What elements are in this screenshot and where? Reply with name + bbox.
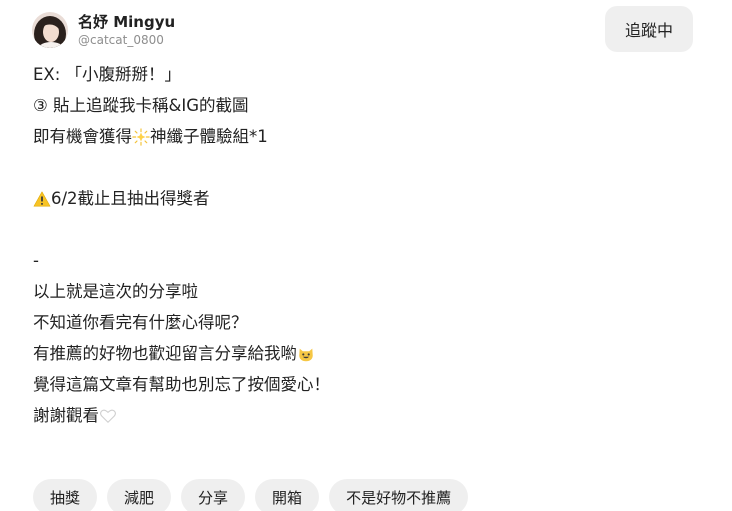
- white-heart-icon: [100, 409, 116, 423]
- post-line-text: 有推薦的好物也歡迎留言分享給我喲: [33, 344, 297, 363]
- following-button[interactable]: 追蹤中: [605, 6, 693, 52]
- post-line-blank: [33, 152, 683, 183]
- post-line: 有推薦的好物也歡迎留言分享給我喲: [33, 338, 683, 369]
- post-line: 6/2截止且抽出得獎者: [33, 183, 683, 214]
- post-line: 不知道你看完有什麼心得呢？: [33, 307, 683, 338]
- post-line-text: ③ 貼上追蹤我卡稱&IG的截圖: [33, 96, 249, 115]
- author-name[interactable]: 名妤 Mingyu: [78, 11, 175, 32]
- avatar[interactable]: [32, 12, 68, 48]
- tag-chip[interactable]: 開箱: [255, 479, 320, 511]
- post-line-text: 不知道你看完有什麼心得呢？: [33, 313, 248, 332]
- post-line: 以上就是這次的分享啦: [33, 276, 683, 307]
- avatar-photo: [32, 12, 68, 48]
- post-page: EX: 「小腹掰掰！」 ③ 貼上追蹤我卡稱&IG的截圖 即有機會獲得 神纖子體驗…: [0, 0, 732, 511]
- author-handle: @catcat_0800: [78, 33, 164, 47]
- tag-chip[interactable]: 減肥: [107, 479, 172, 511]
- post-line: 謝謝觀看: [33, 400, 683, 431]
- post-line: 覺得這篇文章有幫助也別忘了按個愛心！: [33, 369, 683, 400]
- tag-chip[interactable]: 分享: [181, 479, 246, 511]
- post-line-blank: [33, 214, 683, 245]
- post-line: EX: 「小腹掰掰！」: [33, 59, 683, 90]
- post-line-text: 6/2截止且抽出得獎者: [51, 189, 210, 208]
- tag-chip[interactable]: 不是好物不推薦: [329, 479, 469, 511]
- tag-list: 抽獎 減肥 分享 開箱 不是好物不推薦: [33, 479, 469, 511]
- grinning-cat-icon: [299, 348, 313, 361]
- post-line-text: 即有機會獲得: [33, 127, 132, 146]
- post-line: 即有機會獲得 神纖子體驗組*1: [33, 121, 683, 152]
- post-line: ③ 貼上追蹤我卡稱&IG的截圖: [33, 90, 683, 121]
- post-line-text: 覺得這篇文章有幫助也別忘了按個愛心！: [33, 375, 330, 394]
- post-line-text: 謝謝觀看: [33, 406, 99, 425]
- post-body: EX: 「小腹掰掰！」 ③ 貼上追蹤我卡稱&IG的截圖 即有機會獲得 神纖子體驗…: [33, 59, 683, 431]
- glowing-star-icon: [132, 127, 150, 146]
- post-line-text: -: [33, 251, 39, 270]
- post-line-text: EX: 「小腹掰掰！」: [33, 65, 182, 84]
- warning-icon: [33, 191, 51, 206]
- post-line-text: 以上就是這次的分享啦: [33, 282, 198, 301]
- post-header: 名妤 Mingyu @catcat_0800 追蹤中: [0, 0, 732, 62]
- post-line: -: [33, 245, 683, 276]
- tag-chip[interactable]: 抽獎: [33, 479, 98, 511]
- post-line-text: 神纖子體驗組*1: [150, 127, 268, 146]
